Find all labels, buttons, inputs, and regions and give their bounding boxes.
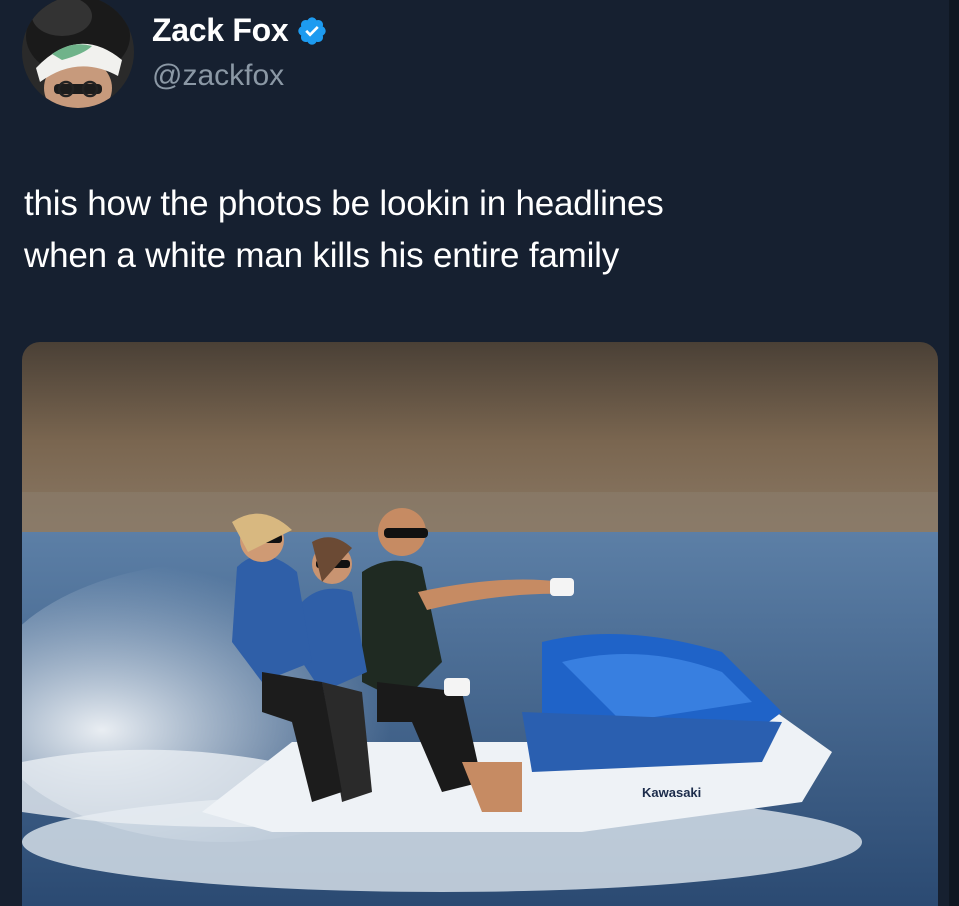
tweet-text: this how the photos be lookin in headlin… [24,184,664,275]
tweet-header: Zack Fox @zackfox [22,0,328,120]
profile-photo-icon [22,0,134,108]
display-name[interactable]: Zack Fox [152,12,289,49]
brand-label: Kawasaki [642,785,701,800]
tweet-card: Zack Fox @zackfox this how the photos be… [0,0,959,906]
jet-ski-photo: Kawasaki [22,342,938,906]
tweet-photo[interactable]: Kawasaki [22,342,938,906]
scrollbar-track[interactable] [949,0,959,906]
user-handle[interactable]: @zackfox [152,59,328,93]
display-name-row: Zack Fox [152,12,328,49]
avatar[interactable] [22,0,134,108]
verified-badge-icon [298,16,326,45]
author-info: Zack Fox @zackfox [152,12,328,93]
